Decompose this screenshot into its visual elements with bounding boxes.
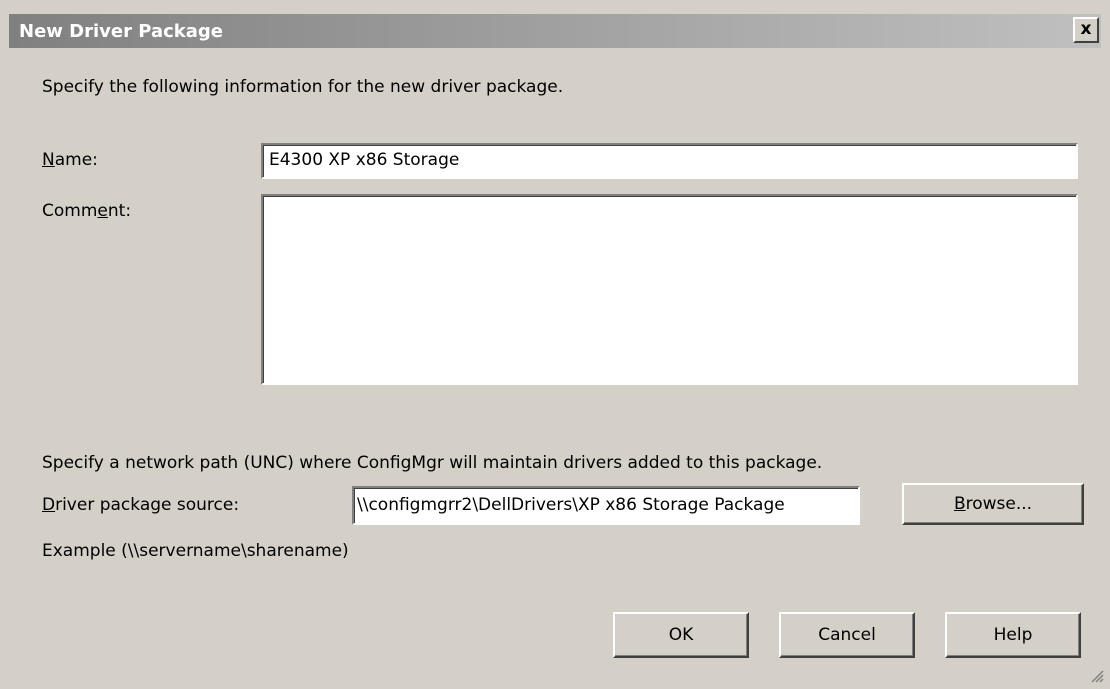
source-label-accesskey: D xyxy=(42,495,56,515)
comment-label: Comment: xyxy=(42,201,131,221)
name-label-accesskey: N xyxy=(42,150,55,170)
example-text: Example (\\servername\sharename) xyxy=(42,541,349,561)
intro-text: Specify the following information for th… xyxy=(42,77,564,97)
new-driver-package-dialog: New Driver Package x Specify the followi… xyxy=(0,0,1110,689)
name-label: Name: xyxy=(42,150,98,170)
resize-grip-icon[interactable] xyxy=(1090,669,1104,683)
ok-button[interactable]: OK xyxy=(613,612,749,658)
comment-textarea[interactable] xyxy=(261,194,1078,385)
title-bar[interactable]: New Driver Package x xyxy=(9,14,1101,48)
name-label-rest: ame: xyxy=(54,150,98,170)
help-button[interactable]: Help xyxy=(945,612,1081,658)
close-icon: x xyxy=(1080,19,1092,39)
comment-label-pre: Comm xyxy=(42,201,98,221)
source-label: Driver package source: xyxy=(42,495,239,515)
browse-label-rest: rowse... xyxy=(965,494,1033,514)
network-path-text: Specify a network path (UNC) where Confi… xyxy=(42,453,823,473)
source-path-input[interactable]: \\configmgrr2\DellDrivers\XP x86 Storage… xyxy=(352,486,860,525)
source-label-rest: river package source: xyxy=(55,495,240,515)
name-input[interactable]: E4300 XP x86 Storage xyxy=(261,143,1078,179)
browse-button[interactable]: Browse... xyxy=(902,483,1084,525)
comment-label-accesskey: e xyxy=(97,201,108,221)
window-title: New Driver Package xyxy=(19,21,223,42)
close-button[interactable]: x xyxy=(1073,17,1099,43)
cancel-button[interactable]: Cancel xyxy=(779,612,915,658)
browse-accesskey: B xyxy=(953,494,966,514)
comment-label-post: nt: xyxy=(107,201,132,221)
